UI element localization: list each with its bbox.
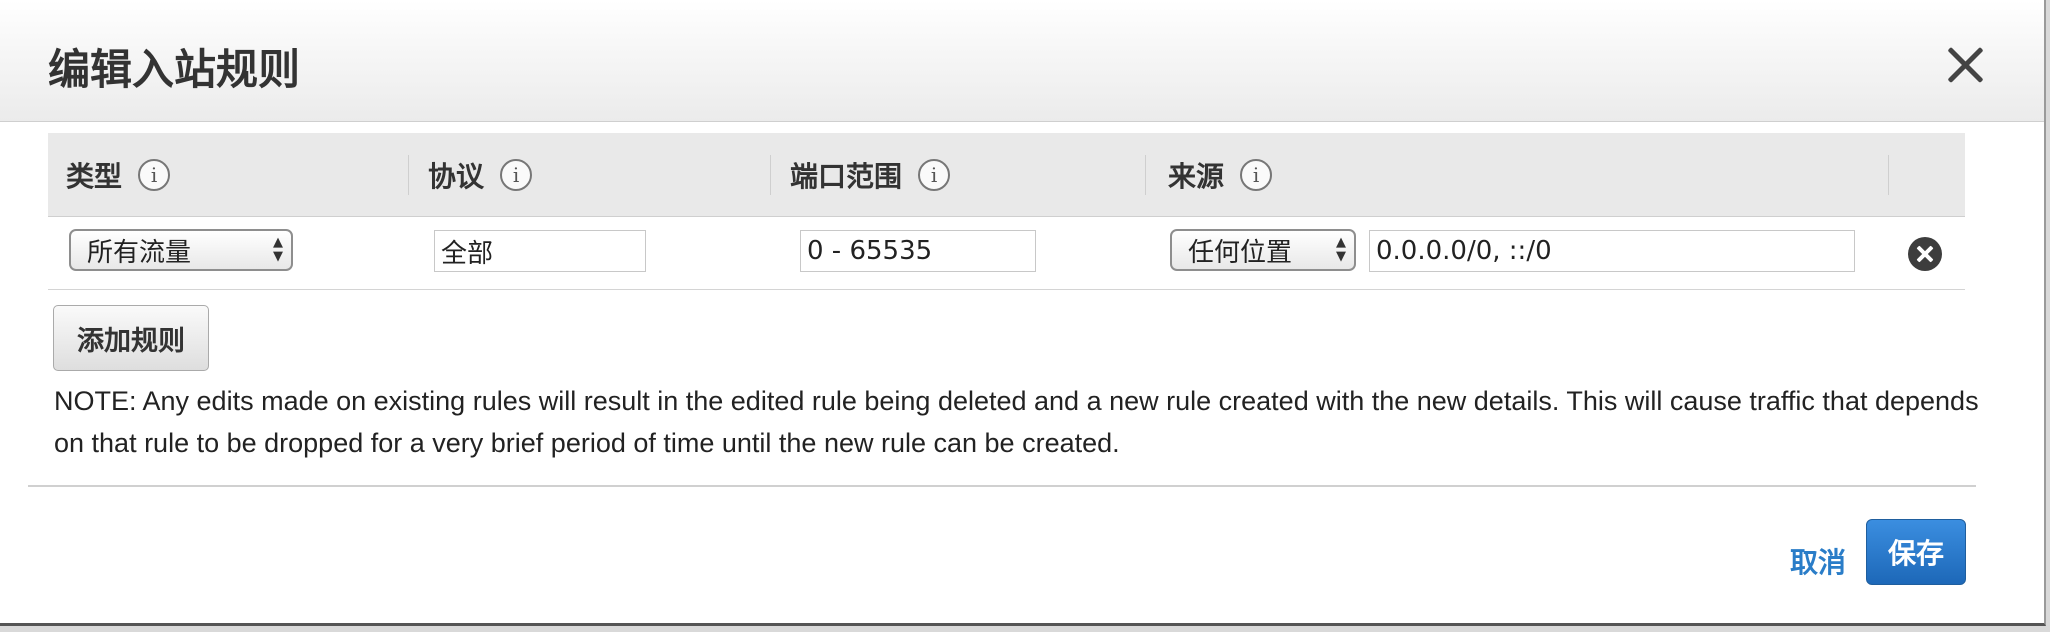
source-select-value: 任何位置 — [1188, 237, 1293, 268]
column-header-type-label: 类型 — [66, 160, 123, 193]
dialog-title: 编辑入站规则 — [48, 45, 301, 94]
source-cidr-value: 0.0.0.0/0, ::/0 — [1376, 236, 1552, 266]
table-row: 所有流量 ▲ ▼ 全部 0 - 65535 任何位置 ▲ ▼ 0.0.0.0/0… — [48, 218, 1965, 290]
column-header-source: 来源 i — [1168, 133, 1273, 217]
protocol-field[interactable]: 全部 — [434, 230, 646, 272]
info-icon[interactable]: i — [500, 159, 533, 191]
cancel-button[interactable]: 取消 — [1790, 541, 1846, 581]
column-header-port-range: 端口范围 i — [790, 133, 951, 217]
column-divider — [408, 155, 409, 195]
port-range-value: 0 - 65535 — [807, 236, 933, 266]
add-rule-button[interactable]: 添加规则 — [53, 305, 209, 371]
dialog-header: 编辑入站规则 — [0, 0, 2044, 122]
source-select[interactable]: 任何位置 ▲ ▼ — [1170, 229, 1356, 271]
source-cidr-field[interactable]: 0.0.0.0/0, ::/0 — [1369, 230, 1855, 272]
column-header-type: 类型 i — [66, 133, 171, 217]
protocol-value: 全部 — [441, 238, 494, 269]
save-button[interactable]: 保存 — [1866, 519, 1966, 585]
port-range-field[interactable]: 0 - 65535 — [800, 230, 1036, 272]
type-select-value: 所有流量 — [87, 237, 192, 268]
select-arrows-icon: ▲ ▼ — [1336, 235, 1346, 264]
info-icon[interactable]: i — [918, 159, 951, 191]
close-icon[interactable] — [1944, 44, 1986, 86]
column-header-port-range-label: 端口范围 — [790, 160, 903, 193]
column-divider — [1145, 155, 1146, 195]
edit-inbound-rules-dialog: 编辑入站规则 类型 i 协议 i 端口范围 i 来源 i 所有流量 ▲ ▼ 全部… — [0, 0, 2046, 626]
column-header-protocol-label: 协议 — [428, 160, 485, 193]
column-divider — [770, 155, 771, 195]
info-icon[interactable]: i — [1240, 159, 1273, 191]
edit-warning-note: NOTE: Any edits made on existing rules w… — [54, 386, 1979, 458]
info-icon[interactable]: i — [138, 159, 171, 191]
remove-rule-icon[interactable] — [1908, 237, 1942, 271]
rules-table-header: 类型 i 协议 i 端口范围 i 来源 i — [48, 133, 1965, 217]
footer-divider — [28, 485, 1976, 487]
column-header-protocol: 协议 i — [428, 133, 533, 217]
column-divider — [1888, 155, 1889, 195]
select-arrows-icon: ▲ ▼ — [273, 235, 283, 264]
type-select[interactable]: 所有流量 ▲ ▼ — [69, 229, 293, 271]
column-header-source-label: 来源 — [1168, 160, 1225, 193]
